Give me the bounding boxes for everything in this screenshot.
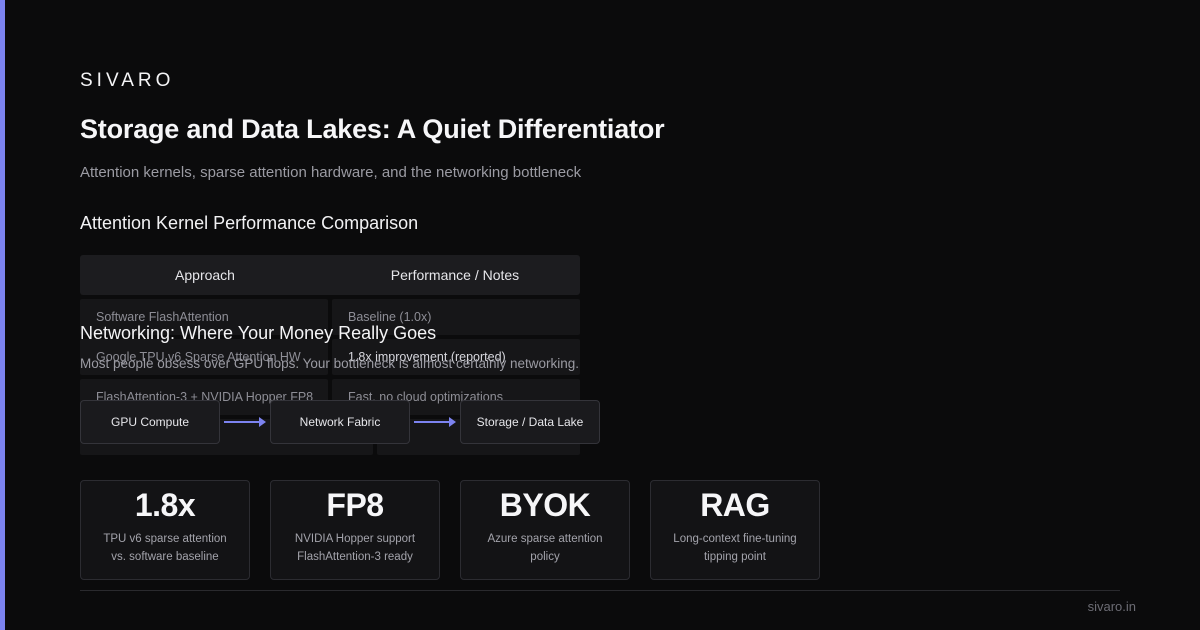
networking-subheading: Most people obsess over GPU flops. Your … — [80, 356, 579, 371]
flow-node-network-fabric: Network Fabric — [270, 400, 410, 444]
stat-card: RAG Long-context fine-tuning tipping poi… — [650, 480, 820, 580]
stat-value: BYOK — [499, 487, 591, 523]
table-header: Approach Performance / Notes — [80, 255, 580, 295]
footer-url[interactable]: sivaro.in — [1088, 599, 1136, 614]
footer-divider — [80, 590, 1120, 591]
flow-node-gpu-compute: GPU Compute — [80, 400, 220, 444]
column-header-performance: Performance / Notes — [390, 267, 520, 283]
page-title: Storage and Data Lakes: A Quiet Differen… — [80, 114, 665, 144]
stat-description: TPU v6 sparse attention vs. software bas… — [103, 533, 227, 563]
brand-logo: SIVARO — [80, 70, 175, 91]
stat-value: 1.8x — [134, 487, 196, 523]
flow-node-storage-data-lake: Storage / Data Lake — [460, 400, 600, 444]
accent-bar — [0, 0, 5, 630]
column-header-approach: Approach — [175, 267, 235, 283]
flow-arrow — [414, 417, 456, 427]
stat-card: FP8 NVIDIA Hopper support FlashAttention… — [270, 480, 440, 580]
stat-description: NVIDIA Hopper support FlashAttention-3 r… — [294, 533, 416, 563]
stat-description: Azure sparse attention policy — [487, 533, 603, 563]
stat-description: Long-context fine-tuning tipping point — [673, 533, 797, 563]
stat-card: BYOK Azure sparse attention policy — [460, 480, 630, 580]
page-subtitle: Attention kernels, sparse attention hard… — [80, 164, 582, 181]
flow-arrow — [224, 417, 266, 427]
stat-value: FP8 — [326, 487, 384, 523]
networking-heading: Networking: Where Your Money Really Goes — [80, 323, 437, 343]
stat-value: RAG — [700, 487, 770, 523]
stat-card: 1.8x TPU v6 sparse attention vs. softwar… — [80, 480, 250, 580]
table-section-heading: Attention Kernel Performance Comparison — [80, 213, 419, 233]
